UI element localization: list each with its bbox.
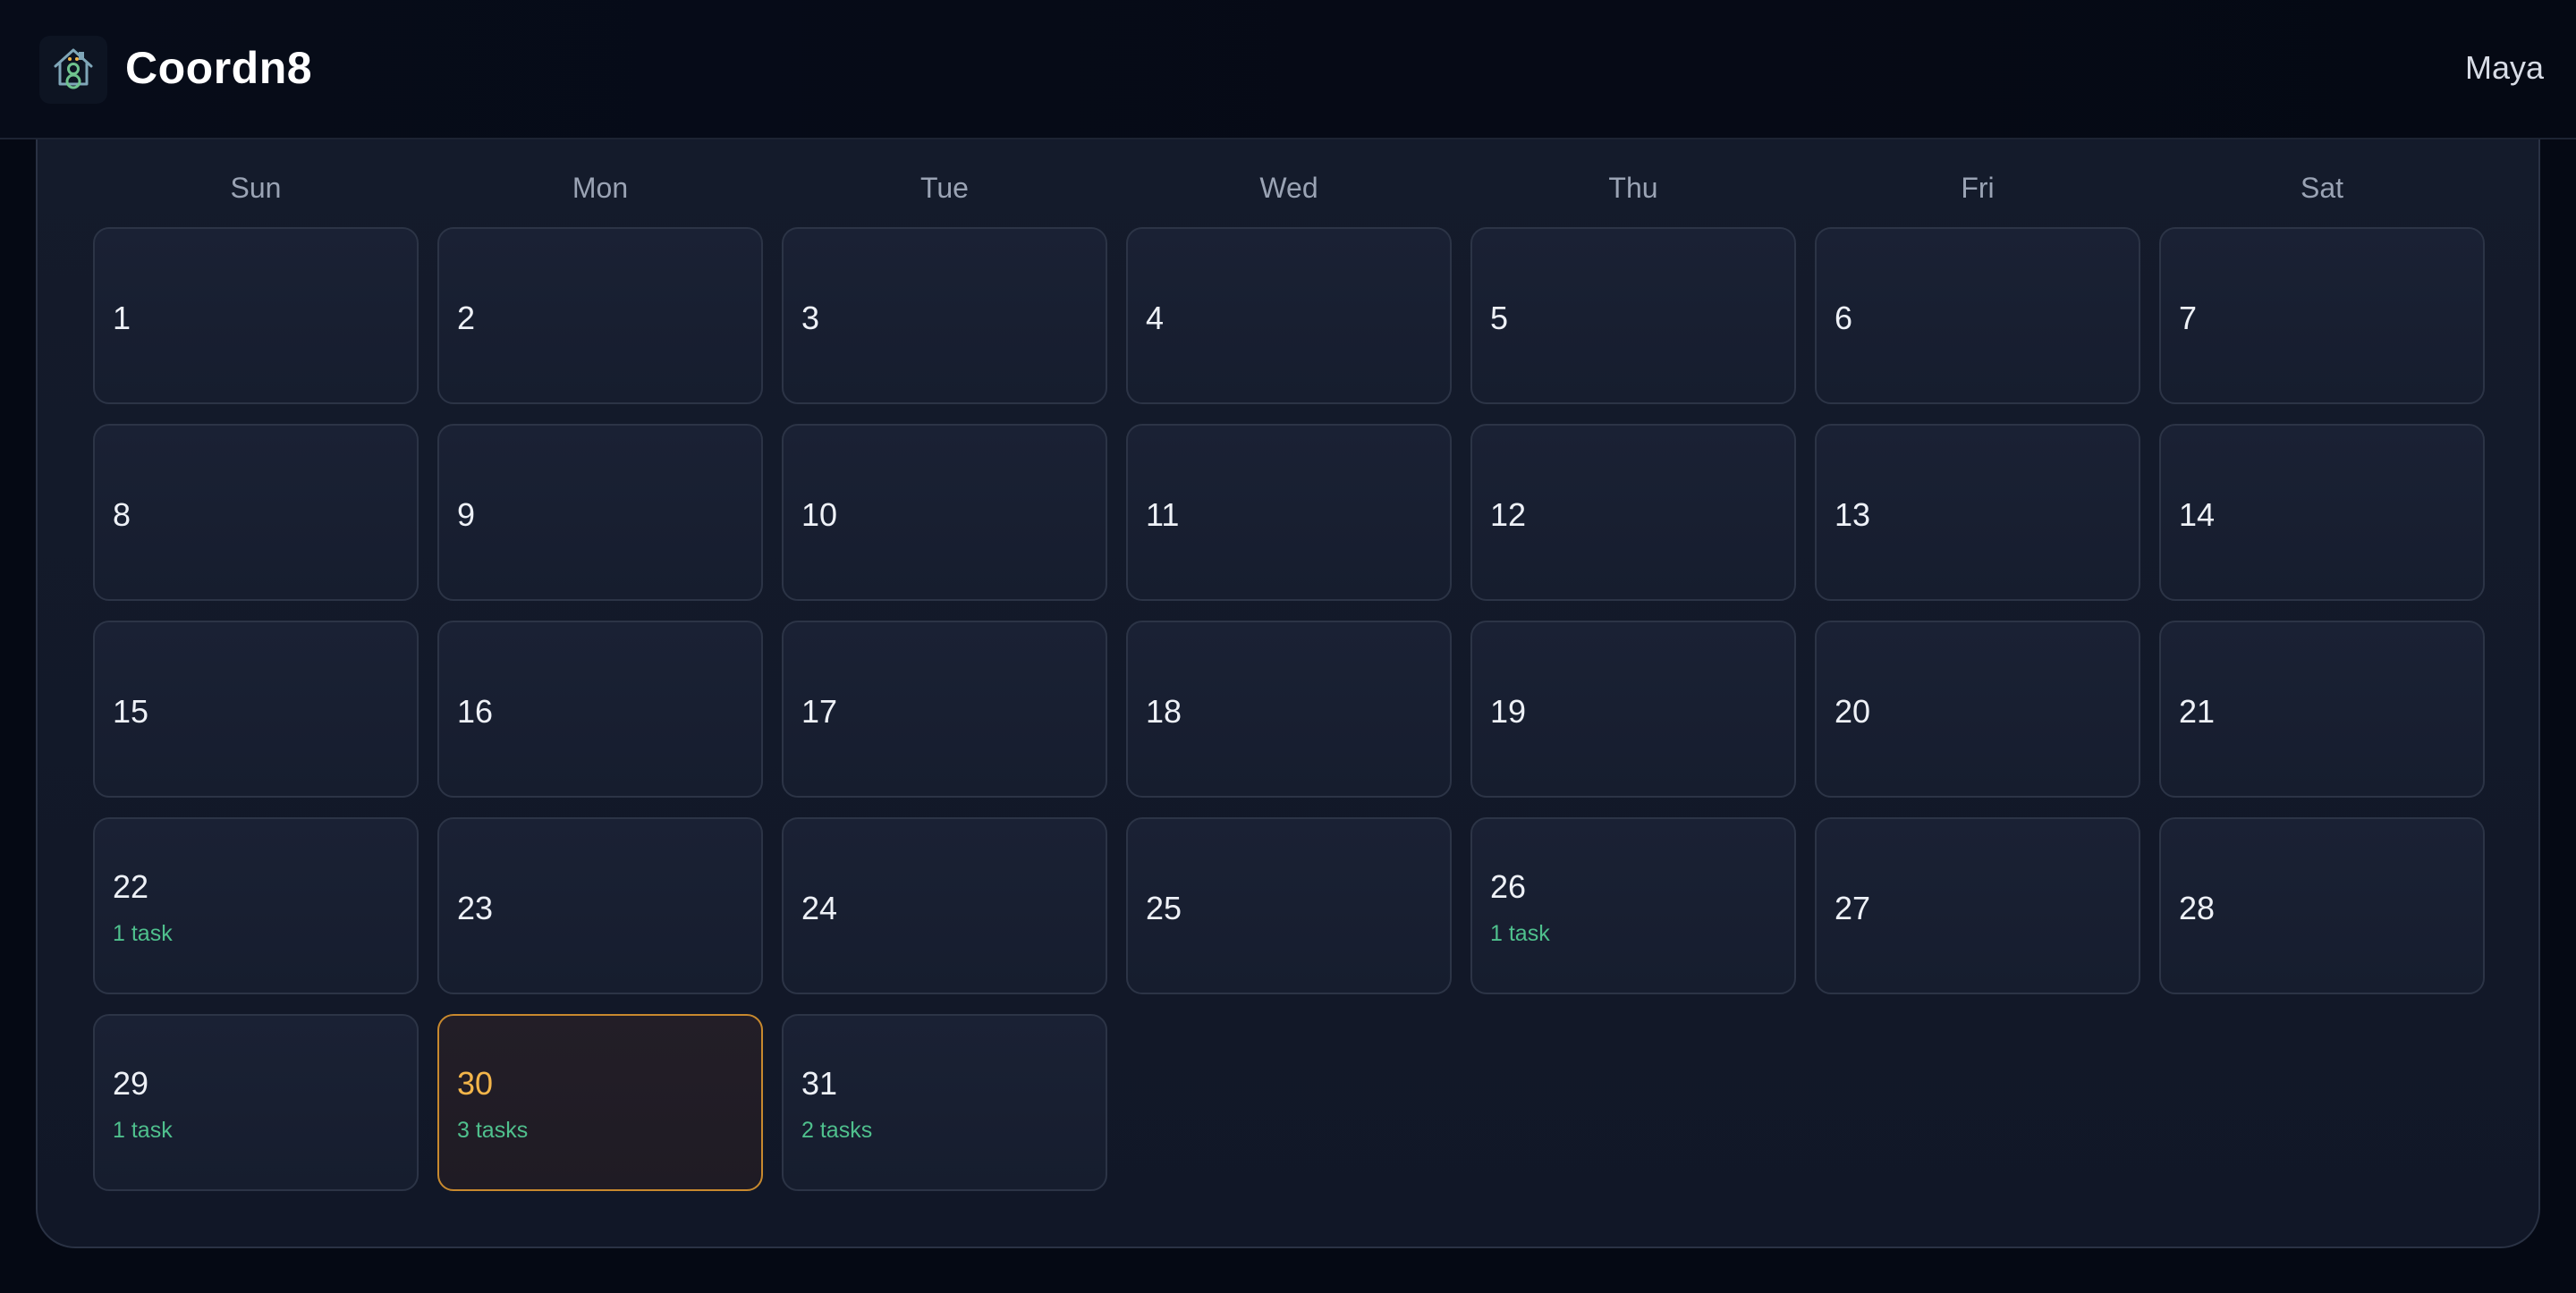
calendar-day-7[interactable]: 7 [2159,227,2485,404]
day-number: 15 [113,693,149,730]
weekday-label-wed: Wed [1259,172,1318,204]
calendar-panel: Sun Mon Tue Wed Thu Fri Sat 1 2 3 4 5 6 7 8 9 10 11 12 13 1… [36,139,2540,1248]
weekday-label-tue: Tue [920,172,969,204]
weekday-label-mon: Mon [572,172,629,204]
task-count: 1 task [1490,921,1550,946]
calendar-day-8[interactable]: 8 [93,424,419,601]
calendar-day-19[interactable]: 19 [1470,621,1796,798]
app-logo[interactable] [39,36,107,104]
day-number: 20 [1835,693,1871,730]
day-number: 24 [801,890,838,926]
day-number: 29 [113,1065,149,1102]
calendar-day-25[interactable]: 25 [1126,817,1452,994]
task-count: 1 task [113,1118,173,1143]
day-number: 4 [1146,300,1165,336]
day-number: 25 [1146,890,1182,926]
day-number: 23 [457,890,494,926]
user-name[interactable]: Maya [2465,48,2544,88]
day-number: 2 [457,300,476,336]
calendar-day-12[interactable]: 12 [1470,424,1796,601]
calendar-day-9[interactable]: 9 [437,424,763,601]
calendar-day-4[interactable]: 4 [1126,227,1452,404]
calendar-day-22[interactable]: 22 1 task [93,817,419,994]
day-number: 7 [2179,300,2198,336]
calendar-day-10[interactable]: 10 [782,424,1107,601]
day-number: 27 [1835,890,1871,926]
day-number: 11 [1146,496,1180,533]
house-key-logo-icon [54,48,93,89]
calendar-day-21[interactable]: 21 [2159,621,2485,798]
calendar-day-2[interactable]: 2 [437,227,763,404]
calendar-day-13[interactable]: 13 [1815,424,2140,601]
calendar-day-3[interactable]: 3 [782,227,1107,404]
day-number: 6 [1835,300,1853,336]
calendar-day-26[interactable]: 26 1 task [1470,817,1796,994]
calendar-day-11[interactable]: 11 [1126,424,1452,601]
calendar-day-28[interactable]: 28 [2159,817,2485,994]
task-count: 2 tasks [801,1118,873,1143]
calendar-day-16[interactable]: 16 [437,621,763,798]
calendar-day-6[interactable]: 6 [1815,227,2140,404]
calendar-day-30[interactable]: 30 3 tasks [437,1014,763,1191]
day-number: 30 [457,1065,494,1102]
day-number: 9 [457,496,476,533]
app-header: Coordn8 Maya [0,0,2576,139]
day-number: 12 [1490,496,1527,533]
day-number: 28 [2179,890,2216,926]
app-title: Coordn8 [125,43,313,93]
day-number: 16 [457,693,494,730]
day-number: 14 [2179,496,2216,533]
calendar-day-18[interactable]: 18 [1126,621,1452,798]
day-number: 1 [113,300,131,336]
weekday-header-row: Sun Mon Tue Wed Thu Fri Sat [93,163,2487,213]
day-number: 3 [801,300,820,336]
calendar-day-14[interactable]: 14 [2159,424,2485,601]
day-number: 22 [113,868,149,905]
day-number: 17 [801,693,838,730]
weekday-label-fri: Fri [1961,172,1995,204]
calendar-day-29[interactable]: 29 1 task [93,1014,419,1191]
calendar-day-20[interactable]: 20 [1815,621,2140,798]
calendar-day-23[interactable]: 23 [437,817,763,994]
calendar-day-24[interactable]: 24 [782,817,1107,994]
calendar-day-5[interactable]: 5 [1470,227,1796,404]
calendar-day-1[interactable]: 1 [93,227,419,404]
day-number: 31 [801,1065,838,1102]
calendar-day-27[interactable]: 27 [1815,817,2140,994]
day-number: 13 [1835,496,1871,533]
calendar-day-31[interactable]: 31 2 tasks [782,1014,1107,1191]
weekday-label-sun: Sun [230,172,282,204]
day-number: 21 [2179,693,2216,730]
calendar-day-17[interactable]: 17 [782,621,1107,798]
weekday-label-sat: Sat [2300,172,2344,204]
day-number: 19 [1490,693,1527,730]
weekday-label-thu: Thu [1608,172,1658,204]
task-count: 3 tasks [457,1118,529,1143]
day-number: 8 [113,496,131,533]
day-number: 26 [1490,868,1527,905]
calendar-day-15[interactable]: 15 [93,621,419,798]
day-number: 10 [801,496,838,533]
day-number: 18 [1146,693,1182,730]
day-number: 5 [1490,300,1509,336]
task-count: 1 task [113,921,173,946]
